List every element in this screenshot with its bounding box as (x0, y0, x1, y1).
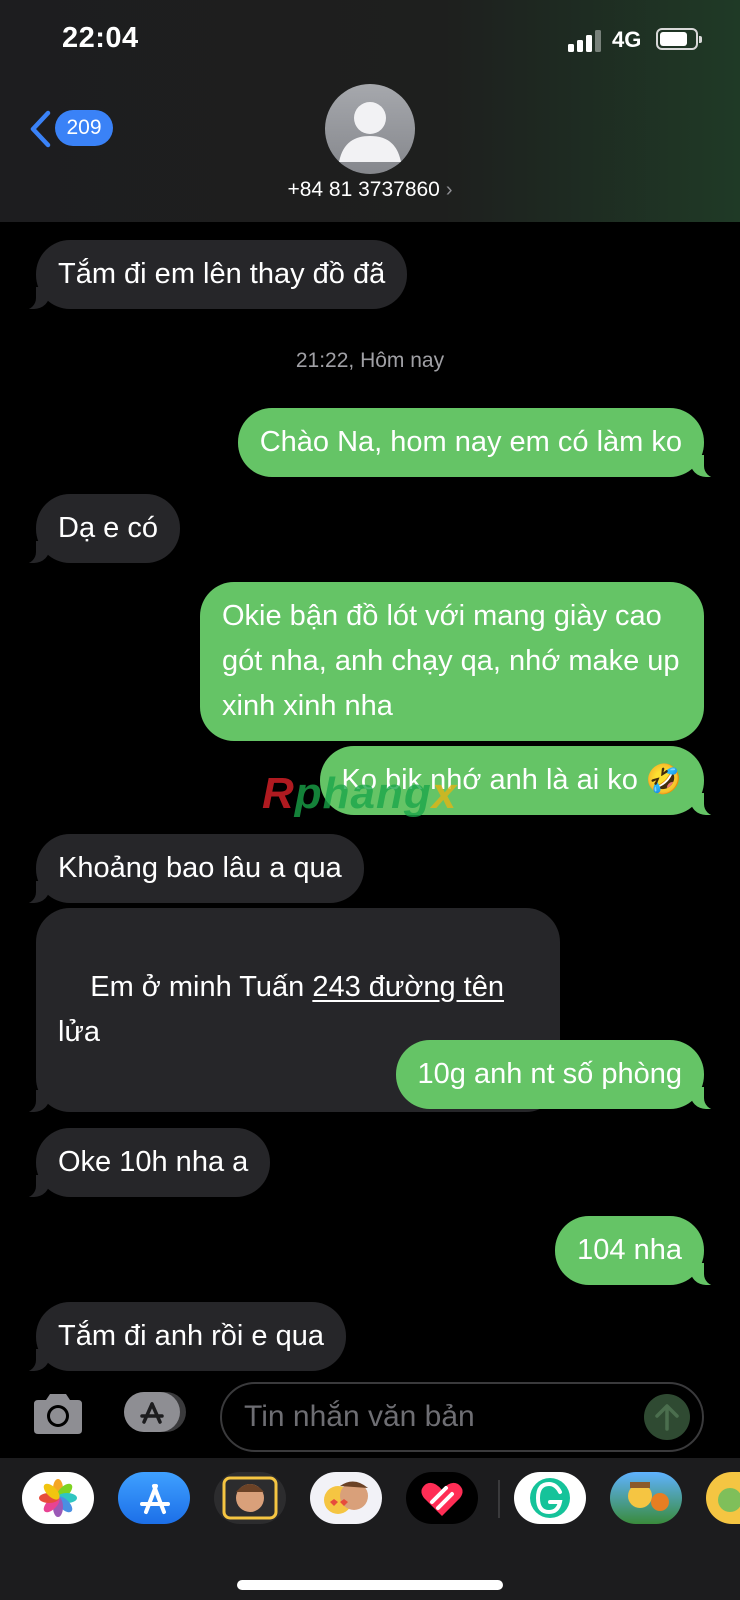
network-type: 4G (612, 27, 642, 52)
app-drawer (0, 1458, 740, 1600)
message-bubble[interactable]: Tắm đi anh rồi e qua (22, 1302, 346, 1372)
digital-touch-app-icon[interactable] (406, 1472, 478, 1524)
sticker-app-icon[interactable] (706, 1472, 740, 1524)
message-text: Em ở minh Tuấn (90, 971, 313, 1003)
signal-icon (568, 30, 602, 52)
message-bubble[interactable]: 10g anh nt số phòng (395, 1040, 719, 1110)
photos-app-icon[interactable] (22, 1472, 94, 1524)
camera-button[interactable] (30, 1392, 86, 1441)
battery-icon (656, 28, 702, 50)
timestamp: 21:22, Hôm nay (295, 349, 445, 372)
message-bubble[interactable]: Chào Na, hom nay em có làm ko (237, 408, 719, 478)
message-input[interactable]: Tin nhắn văn bản (220, 1382, 704, 1452)
unread-badge: 209 (55, 110, 113, 146)
grammarly-app-icon[interactable] (514, 1472, 586, 1524)
arrow-up-icon (655, 1404, 679, 1431)
message-bubble[interactable]: Ko bik nhớ anh là ai ko 🤣 (319, 746, 719, 816)
message-bubble[interactable]: Tắm đi em lên thay đồ đã (21, 240, 408, 310)
message-bubble[interactable]: Khoảng bao lâu a qua (22, 834, 364, 904)
send-button[interactable] (644, 1394, 690, 1440)
chevron-right-icon: › (445, 179, 453, 201)
app-store-icon (124, 1392, 186, 1432)
input-placeholder: Tin nhắn văn bản (244, 1400, 475, 1433)
message-bubble[interactable]: Dạ e có (22, 494, 180, 564)
back-button[interactable]: 209 (28, 108, 118, 148)
app-store-app-icon[interactable] (118, 1472, 190, 1524)
contact-avatar[interactable] (325, 84, 415, 174)
game-app-icon[interactable] (610, 1472, 682, 1524)
apps-button[interactable] (122, 1390, 190, 1434)
contact-name-row[interactable]: +84 81 3737860 › (0, 178, 740, 202)
drawer-divider (498, 1480, 500, 1518)
home-indicator[interactable] (237, 1580, 503, 1590)
message-bubble[interactable]: 104 nha (555, 1216, 718, 1286)
message-text: lửa (58, 1016, 100, 1048)
conversation-header: 22:04 4G 209 +84 81 3737860 › (0, 0, 740, 222)
memoji-app-icon[interactable] (214, 1472, 286, 1524)
message-bubble[interactable]: Okie bận đồ lót với mang giày cao gót nh… (200, 582, 704, 741)
message-thread[interactable]: Tắm đi em lên thay đồ đã 21:22, Hôm nay … (0, 222, 740, 1372)
camera-icon (34, 1394, 82, 1434)
status-time: 22:04 (62, 22, 139, 54)
person-icon (339, 102, 401, 162)
chevron-left-icon (30, 110, 51, 148)
animoji-app-icon[interactable] (310, 1472, 382, 1524)
address-link[interactable]: 243 đường tên (312, 971, 504, 1003)
compose-bar: Tin nhắn văn bản (0, 1372, 740, 1458)
message-bubble[interactable]: Oke 10h nha a (21, 1128, 271, 1198)
contact-name: +84 81 3737860 (287, 178, 440, 201)
